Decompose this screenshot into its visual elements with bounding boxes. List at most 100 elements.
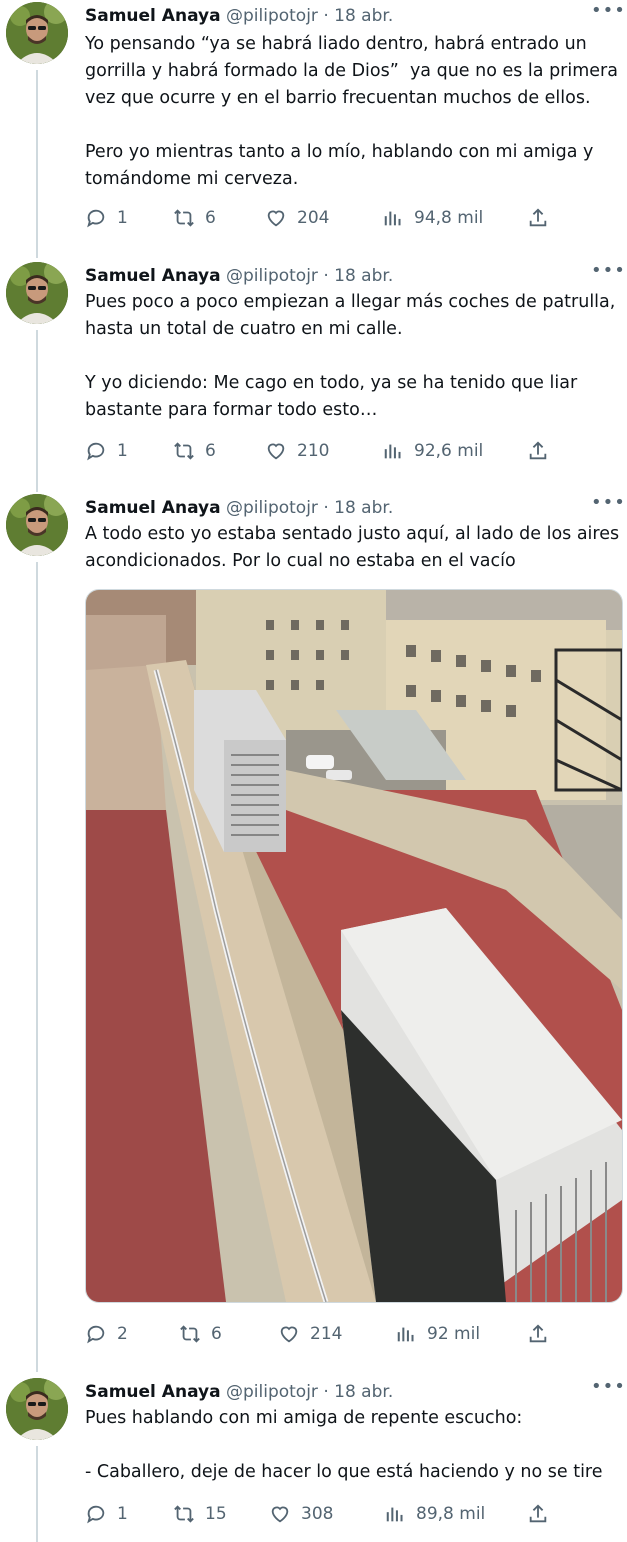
views-count: 92 mil xyxy=(427,1324,481,1344)
avatar[interactable] xyxy=(6,1378,68,1440)
retweet-button[interactable]: 6 xyxy=(179,1321,222,1347)
tweet-actions: 2 6 214 92 mil xyxy=(85,1321,555,1347)
tweet-2[interactable]: Samuel Anaya @pilipotojr · 18 abr. ••• P… xyxy=(0,260,627,492)
tweet-header: Samuel Anaya @pilipotojr · 18 abr. xyxy=(85,496,393,520)
retweet-icon xyxy=(174,1505,194,1523)
author-name[interactable]: Samuel Anaya xyxy=(85,1382,221,1402)
tweet-date[interactable]: 18 abr. xyxy=(334,1382,393,1402)
reply-icon xyxy=(87,1505,105,1524)
reply-button[interactable]: 1 xyxy=(85,1501,128,1527)
tweet-text: Pues hablando con mi amiga de repente es… xyxy=(85,1408,603,1482)
share-icon xyxy=(529,1324,547,1343)
more-icon[interactable]: ••• xyxy=(591,1378,625,1400)
views-button[interactable]: 92,6 mil xyxy=(382,438,483,464)
more-icon[interactable]: ••• xyxy=(591,494,625,516)
retweet-count: 15 xyxy=(205,1504,227,1524)
tweet-photo[interactable] xyxy=(85,589,623,1303)
share-button[interactable] xyxy=(527,1501,559,1527)
reply-button[interactable]: 1 xyxy=(85,205,128,231)
tweet-header: Samuel Anaya @pilipotojr · 18 abr. xyxy=(85,4,393,28)
views-count: 94,8 mil xyxy=(414,208,484,228)
share-icon xyxy=(529,208,547,227)
tweet-text: A todo esto yo estaba sentado justo aquí… xyxy=(85,524,625,571)
retweet-count: 6 xyxy=(211,1324,222,1344)
thread-line xyxy=(36,562,38,1372)
tweet-actions: 1 6 210 92,6 mil xyxy=(85,438,555,464)
reply-count: 1 xyxy=(117,441,128,461)
more-icon[interactable]: ••• xyxy=(591,2,625,24)
views-count: 89,8 mil xyxy=(416,1504,486,1524)
tweet-text: Yo pensando “ya se habrá liado dentro, h… xyxy=(85,34,618,189)
author-handle[interactable]: @pilipotojr xyxy=(226,266,318,286)
retweet-count: 6 xyxy=(205,208,216,228)
reply-button[interactable]: 1 xyxy=(85,438,128,464)
tweet-header: Samuel Anaya @pilipotojr · 18 abr. xyxy=(85,1380,393,1404)
share-icon xyxy=(529,441,547,460)
tweet-text: Pues poco a poco empiezan a llegar más c… xyxy=(85,292,616,420)
views-icon xyxy=(384,211,401,226)
retweet-icon xyxy=(174,209,194,227)
separator-dot: · xyxy=(323,266,329,286)
reply-icon xyxy=(87,442,105,461)
share-button[interactable] xyxy=(527,438,559,464)
tweet-actions: 1 15 308 89,8 mil xyxy=(85,1501,555,1527)
views-button[interactable]: 89,8 mil xyxy=(384,1501,485,1527)
retweet-icon xyxy=(174,442,194,460)
author-name[interactable]: Samuel Anaya xyxy=(85,266,221,286)
share-icon xyxy=(529,1504,547,1523)
tweet-date[interactable]: 18 abr. xyxy=(334,266,393,286)
thread-line xyxy=(36,70,38,258)
views-button[interactable]: 94,8 mil xyxy=(382,205,483,231)
tweet-actions: 1 6 204 94,8 mil xyxy=(85,205,555,231)
author-name[interactable]: Samuel Anaya xyxy=(85,6,221,26)
like-icon xyxy=(271,1506,289,1523)
retweet-icon xyxy=(180,1325,200,1343)
author-handle[interactable]: @pilipotojr xyxy=(226,1382,318,1402)
like-icon xyxy=(280,1326,298,1343)
author-name[interactable]: Samuel Anaya xyxy=(85,498,221,518)
reply-count: 1 xyxy=(117,1504,128,1524)
tweet-3[interactable]: Samuel Anaya @pilipotojr · 18 abr. ••• A… xyxy=(0,492,627,1372)
avatar[interactable] xyxy=(6,494,68,556)
views-button[interactable]: 92 mil xyxy=(395,1321,480,1347)
reply-icon xyxy=(87,1325,105,1344)
separator-dot: · xyxy=(323,1382,329,1402)
avatar[interactable] xyxy=(6,2,68,64)
tweet-1[interactable]: Samuel Anaya @pilipotojr · 18 abr. ••• Y… xyxy=(0,0,627,258)
retweet-button[interactable]: 6 xyxy=(173,438,216,464)
thread-line xyxy=(36,330,38,492)
tweet-header: Samuel Anaya @pilipotojr · 18 abr. xyxy=(85,264,393,288)
like-button[interactable]: 210 xyxy=(265,438,329,464)
tweet-date[interactable]: 18 abr. xyxy=(334,498,393,518)
avatar[interactable] xyxy=(6,262,68,324)
author-handle[interactable]: @pilipotojr xyxy=(226,6,318,26)
retweet-button[interactable]: 15 xyxy=(173,1501,227,1527)
reply-count: 1 xyxy=(117,208,128,228)
retweet-button[interactable]: 6 xyxy=(173,205,216,231)
more-icon[interactable]: ••• xyxy=(591,262,625,284)
like-button[interactable]: 214 xyxy=(278,1321,342,1347)
reply-button[interactable]: 2 xyxy=(85,1321,128,1347)
share-button[interactable] xyxy=(527,205,559,231)
like-count: 204 xyxy=(297,208,330,228)
views-icon xyxy=(384,444,401,459)
author-handle[interactable]: @pilipotojr xyxy=(226,498,318,518)
separator-dot: · xyxy=(323,498,329,518)
tweet-4[interactable]: Samuel Anaya @pilipotojr · 18 abr. ••• P… xyxy=(0,1376,627,1542)
thread-line xyxy=(36,1446,38,1542)
reply-count: 2 xyxy=(117,1324,128,1344)
views-count: 92,6 mil xyxy=(414,441,484,461)
like-icon xyxy=(267,443,285,460)
share-button[interactable] xyxy=(527,1321,559,1347)
like-button[interactable]: 308 xyxy=(269,1501,333,1527)
separator-dot: · xyxy=(323,6,329,26)
like-button[interactable]: 204 xyxy=(265,205,329,231)
retweet-count: 6 xyxy=(205,441,216,461)
like-count: 308 xyxy=(301,1504,334,1524)
reply-icon xyxy=(87,209,105,228)
like-count: 214 xyxy=(310,1324,343,1344)
tweet-date[interactable]: 18 abr. xyxy=(334,6,393,26)
like-count: 210 xyxy=(297,441,330,461)
views-icon xyxy=(386,1507,403,1522)
views-icon xyxy=(397,1327,414,1342)
